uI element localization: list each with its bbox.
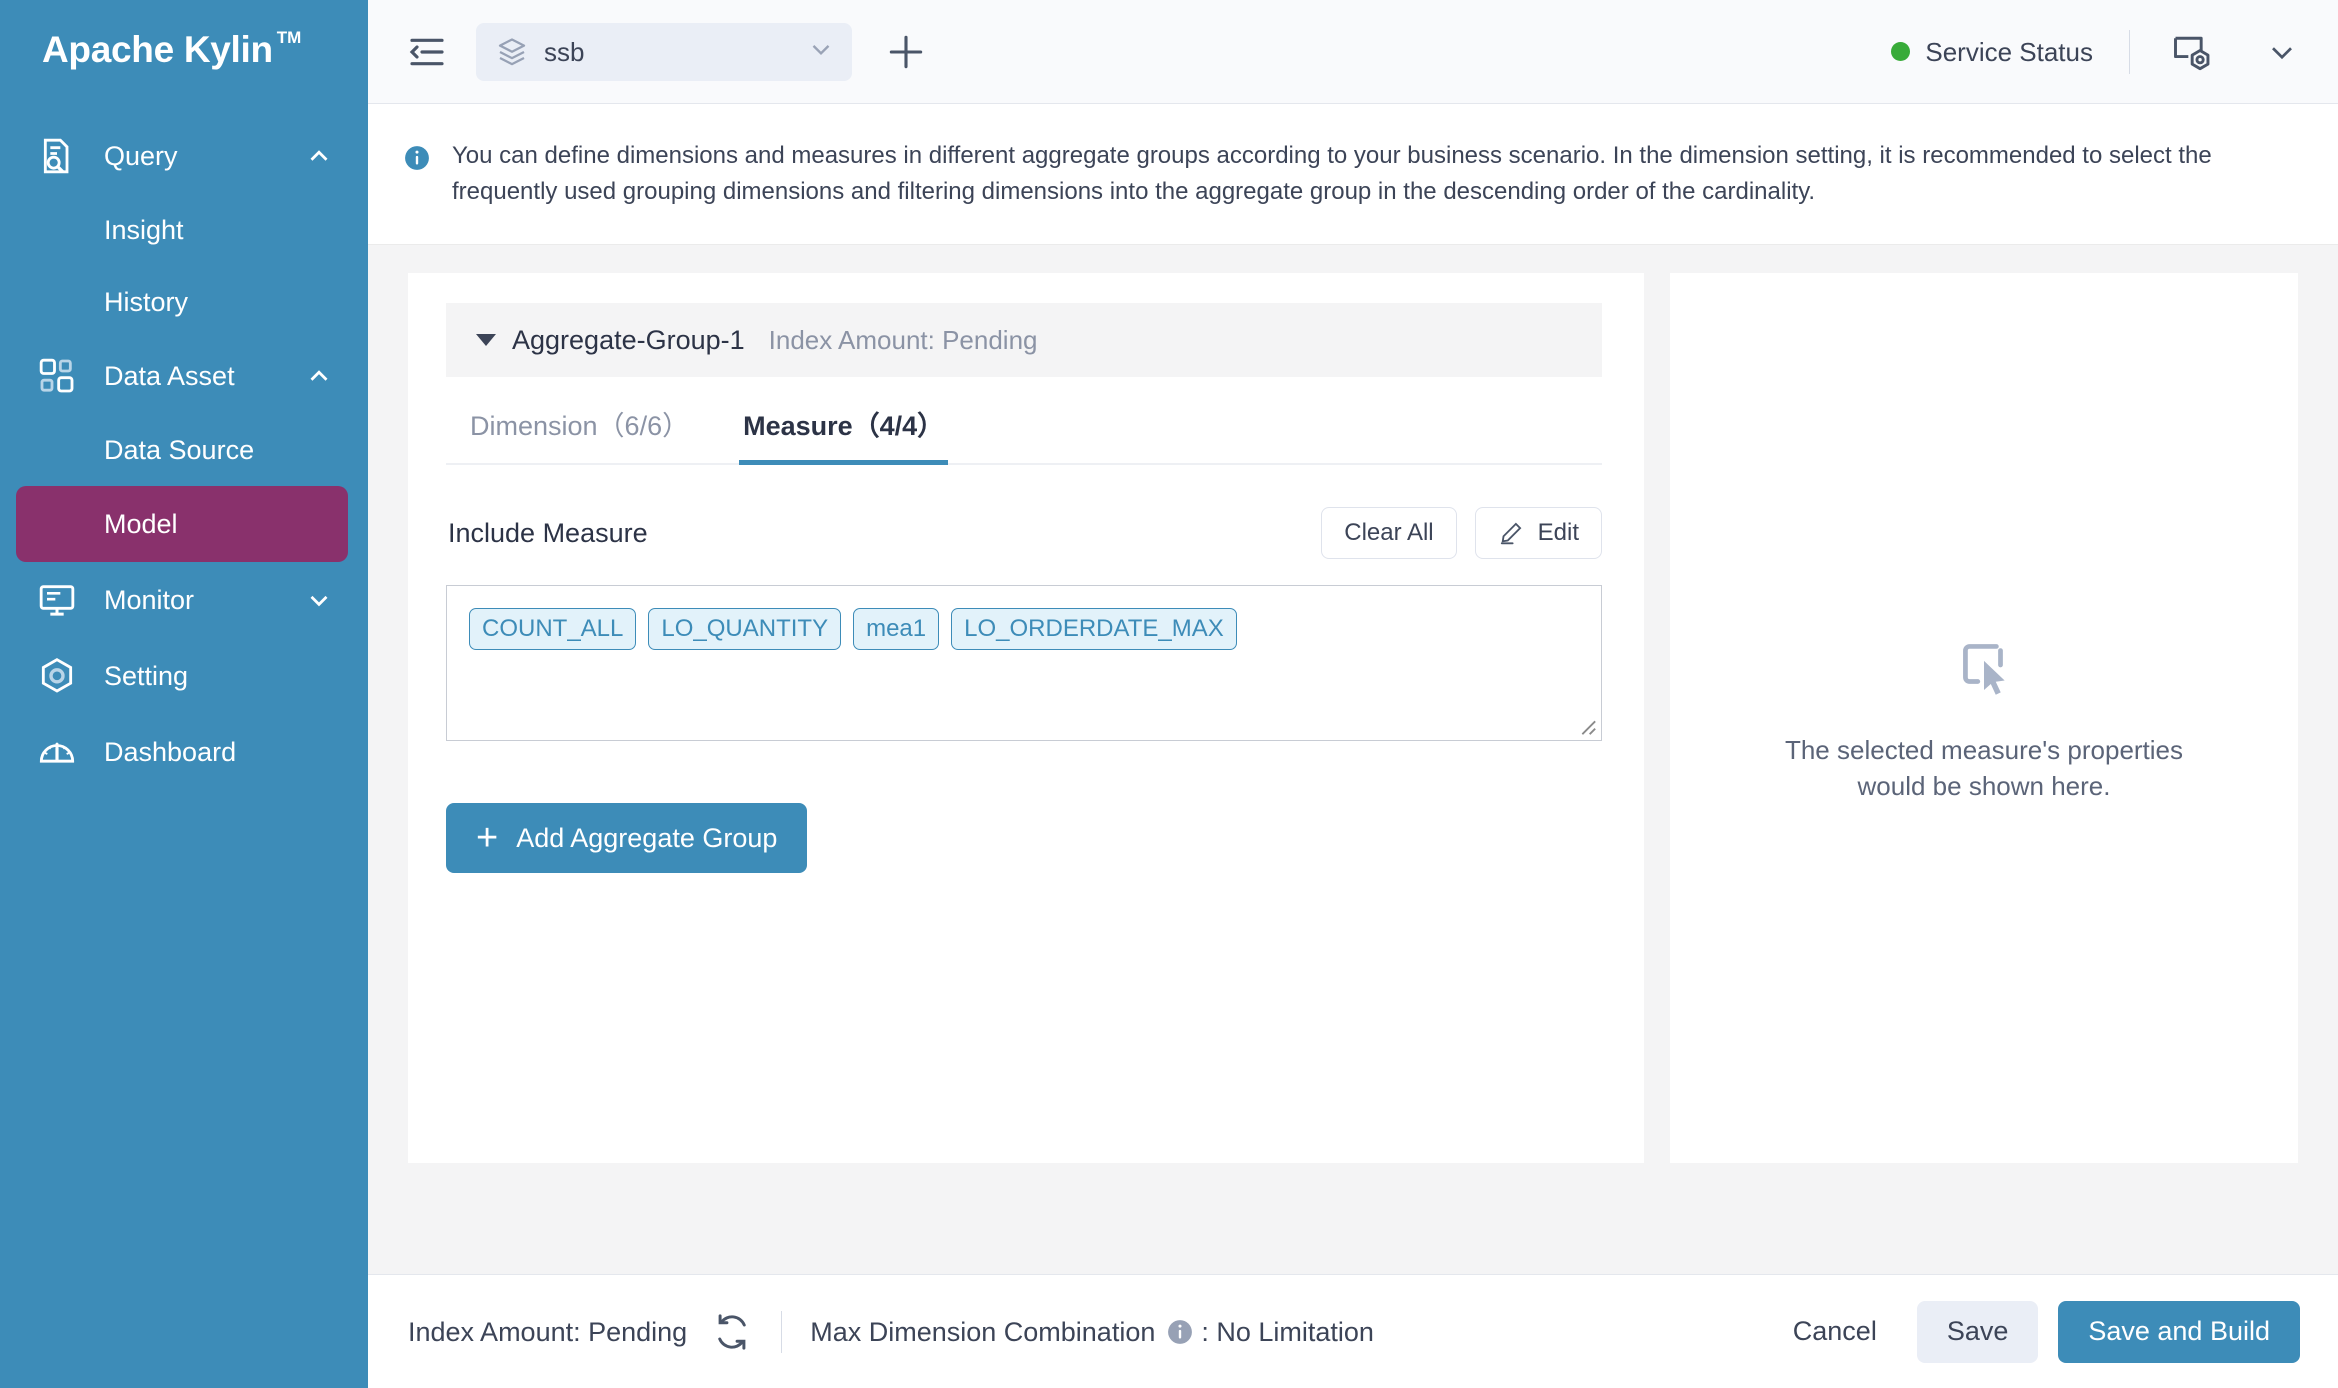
- project-selector[interactable]: ssb: [476, 22, 852, 81]
- sidebar-item-label: Setting: [104, 661, 189, 691]
- sidebar-item-label: Data Asset: [104, 361, 235, 391]
- query-icon: [34, 133, 80, 179]
- aggregate-group-card: Aggregate-Group-1 Index Amount: Pending …: [408, 273, 1644, 1163]
- tab-dimension[interactable]: Dimension（6/6）: [466, 409, 693, 463]
- resize-handle[interactable]: [1575, 714, 1597, 736]
- divider: [781, 1310, 783, 1353]
- include-measure-header: Include Measure Clear All Edit: [446, 507, 1602, 559]
- sidebar-item-label: Query: [104, 141, 178, 171]
- info-icon: [404, 145, 430, 171]
- measure-properties-panel: The selected measure's properties would …: [1670, 273, 2298, 1163]
- max-dimension-combination-label: Max Dimension Combination: [810, 1316, 1156, 1347]
- sidebar-item-setting[interactable]: Setting: [0, 638, 368, 714]
- sidebar-item-label: Insight: [104, 215, 184, 245]
- tab-measure[interactable]: Measure（4/4）: [739, 409, 949, 465]
- dashboard-icon: [34, 729, 80, 775]
- sidebar-item-label: Monitor: [104, 585, 195, 615]
- data-asset-icon: [34, 353, 80, 399]
- sidebar-item-label: Dashboard: [104, 737, 237, 767]
- system-monitor-icon[interactable]: [2166, 26, 2218, 78]
- sidebar-item-model[interactable]: Model: [16, 486, 348, 562]
- edit-button[interactable]: Edit: [1474, 507, 1602, 559]
- sidebar-item-monitor[interactable]: Monitor: [0, 562, 368, 638]
- sidebar-item-label: History: [104, 287, 189, 317]
- aggregate-group-title: Aggregate-Group-1: [512, 325, 745, 355]
- edit-button-label: Edit: [1537, 519, 1579, 546]
- save-and-build-button[interactable]: Save and Build: [2058, 1300, 2300, 1363]
- chevron-up-icon: [304, 361, 334, 391]
- add-aggregate-group-button[interactable]: + Add Aggregate Group: [446, 803, 808, 873]
- sidebar-nav: Query Insight History Data Asset Data So…: [0, 118, 368, 790]
- clear-all-button[interactable]: Clear All: [1321, 507, 1457, 559]
- sidebar-item-data-asset[interactable]: Data Asset: [0, 338, 368, 414]
- sidebar-item-label: Model: [104, 509, 178, 539]
- main-area: ssb Service Status You can define dimens…: [368, 0, 2338, 1388]
- top-bar-right: Service Status: [1891, 26, 2300, 78]
- user-menu-chevron-down-icon[interactable]: [2264, 34, 2300, 70]
- service-status[interactable]: Service Status: [1891, 36, 2093, 68]
- monitor-icon: [34, 577, 80, 623]
- top-bar: ssb Service Status: [368, 0, 2338, 104]
- service-status-label: Service Status: [1925, 36, 2093, 67]
- sidebar-item-history[interactable]: History: [0, 266, 368, 338]
- info-icon[interactable]: [1167, 1319, 1193, 1345]
- sidebar: Apache Kylin TM Query Insight History Da…: [0, 0, 368, 1388]
- layers-icon: [496, 36, 528, 68]
- empty-state-line-2: would be shown here.: [1857, 771, 2111, 801]
- aggregate-group-header[interactable]: Aggregate-Group-1 Index Amount: Pending: [446, 303, 1602, 377]
- empty-state-line-1: The selected measure's properties: [1784, 735, 2184, 765]
- add-aggregate-group-label: Add Aggregate Group: [516, 822, 778, 853]
- pencil-icon: [1498, 520, 1524, 546]
- include-measure-box[interactable]: COUNT_ALL LO_QUANTITY mea1 LO_ORDERDATE_…: [446, 585, 1602, 741]
- chevron-up-icon: [304, 141, 334, 171]
- aggregate-group-index-amount: Index Amount: Pending: [768, 325, 1038, 355]
- select-cursor-icon: [1951, 632, 2017, 698]
- footer-index-amount: Index Amount: Pending: [408, 1316, 688, 1347]
- sidebar-item-data-source[interactable]: Data Source: [0, 414, 368, 486]
- add-project-button[interactable]: [882, 28, 930, 76]
- plus-icon: +: [476, 817, 499, 859]
- sidebar-item-label: Data Source: [104, 435, 255, 465]
- cancel-button[interactable]: Cancel: [1765, 1301, 1905, 1363]
- project-name: ssb: [544, 36, 585, 67]
- divider: [2129, 29, 2130, 74]
- include-measure-actions: Clear All Edit: [1321, 507, 1602, 559]
- include-measure-title: Include Measure: [448, 518, 648, 548]
- collapse-sidebar-icon[interactable]: [402, 27, 452, 77]
- measure-tag[interactable]: LO_ORDERDATE_MAX: [951, 608, 1237, 650]
- collapse-caret-icon[interactable]: [476, 334, 496, 346]
- measure-tag-list: COUNT_ALL LO_QUANTITY mea1 LO_ORDERDATE_…: [469, 608, 1579, 650]
- measure-tag[interactable]: LO_QUANTITY: [648, 608, 842, 650]
- footer-actions: Cancel Save Save and Build: [1765, 1300, 2300, 1363]
- max-dimension-combination-value: : No Limitation: [1201, 1316, 1374, 1347]
- sidebar-item-insight[interactable]: Insight: [0, 194, 368, 266]
- brand-logo: Apache Kylin TM: [0, 0, 368, 104]
- empty-state-text: The selected measure's properties would …: [1785, 732, 2183, 804]
- chevron-down-icon[interactable]: [806, 34, 836, 69]
- info-banner-text: You can define dimensions and measures i…: [452, 142, 2212, 205]
- content-area: Aggregate-Group-1 Index Amount: Pending …: [368, 245, 2338, 1274]
- app-root: Apache Kylin TM Query Insight History Da…: [0, 0, 2338, 1388]
- footer-bar: Index Amount: Pending Max Dimension Comb…: [368, 1274, 2338, 1388]
- brand-trademark: TM: [276, 28, 302, 47]
- save-button[interactable]: Save: [1916, 1300, 2039, 1363]
- chevron-down-icon: [304, 585, 334, 615]
- aggregate-group-tabs: Dimension（6/6） Measure（4/4）: [446, 409, 1602, 465]
- status-dot: [1891, 42, 1911, 61]
- sidebar-item-dashboard[interactable]: Dashboard: [0, 714, 368, 790]
- measure-tag[interactable]: COUNT_ALL: [469, 608, 637, 650]
- info-banner: You can define dimensions and measures i…: [368, 104, 2338, 245]
- measure-tag[interactable]: mea1: [853, 608, 940, 650]
- brand-name: Apache Kylin: [42, 29, 273, 70]
- refresh-icon[interactable]: [711, 1311, 753, 1353]
- sidebar-item-query[interactable]: Query: [0, 118, 368, 194]
- gear-icon: [34, 653, 80, 699]
